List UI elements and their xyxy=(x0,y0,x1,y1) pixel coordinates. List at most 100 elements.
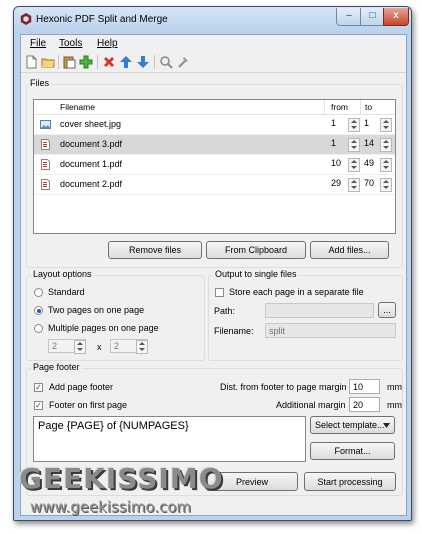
files-list-header: Filename from to xyxy=(34,100,395,115)
remove-files-button[interactable]: Remove files xyxy=(108,241,202,259)
to-spinner[interactable] xyxy=(380,158,392,172)
from-value[interactable]: 10 xyxy=(331,158,346,170)
footer-distance-unit: mm xyxy=(387,382,402,392)
add-icon[interactable] xyxy=(79,55,93,69)
pdf-file-icon xyxy=(41,139,50,150)
toolbar-separator xyxy=(58,55,59,69)
column-to[interactable]: to xyxy=(365,102,372,112)
x-separator: x xyxy=(97,342,102,352)
page-footer-label: Page footer xyxy=(31,362,82,372)
from-spinner[interactable] xyxy=(348,158,360,172)
option-two-pages-label: Two pages on one page xyxy=(48,305,145,315)
move-up-icon[interactable] xyxy=(119,55,133,69)
from-value[interactable]: 29 xyxy=(331,178,346,190)
toolbar-separator xyxy=(154,55,155,69)
column-separator xyxy=(360,100,361,114)
footer-distance-input[interactable]: 10 xyxy=(349,379,380,394)
select-template-label: Select template... xyxy=(315,420,385,430)
from-spinner[interactable] xyxy=(348,178,360,192)
filename-input[interactable]: split xyxy=(265,323,396,338)
path-label: Path: xyxy=(214,306,236,316)
file-name: cover sheet.jpg xyxy=(60,119,122,129)
minimize-button[interactable]: – xyxy=(336,8,362,26)
format-button[interactable]: Format... xyxy=(310,442,395,460)
pdf-file-icon xyxy=(41,179,50,190)
footer-distance-label: Dist. from footer to page margin xyxy=(220,382,347,392)
rows-spinner[interactable] xyxy=(136,340,148,354)
column-from[interactable]: from xyxy=(331,102,348,112)
radio-standard[interactable] xyxy=(34,288,43,297)
paste-icon[interactable] xyxy=(62,55,76,69)
tools-icon[interactable] xyxy=(176,55,190,69)
footer-first-page-label: Footer on first page xyxy=(49,400,128,410)
select-template-dropdown[interactable]: Select template... xyxy=(310,416,395,434)
to-spinner[interactable] xyxy=(380,118,392,132)
file-row[interactable]: document 2.pdf 29 70 xyxy=(34,175,395,195)
start-processing-button[interactable]: Start processing xyxy=(304,472,396,491)
layout-options-label: Layout options xyxy=(31,269,94,279)
file-row[interactable]: document 1.pdf 10 49 xyxy=(34,155,395,175)
chevron-down-icon xyxy=(383,423,390,428)
file-row[interactable]: cover sheet.jpg 1 1 xyxy=(34,115,395,135)
title-bar[interactable]: Hexonic PDF Split and Merge – □ x xyxy=(14,7,411,33)
radio-two-pages[interactable] xyxy=(34,306,43,315)
to-spinner[interactable] xyxy=(380,138,392,152)
image-file-icon xyxy=(40,120,51,129)
store-pages-label: Store each page in a separate file xyxy=(229,287,364,297)
column-filename[interactable]: Filename xyxy=(60,102,95,112)
to-value[interactable]: 70 xyxy=(364,178,379,190)
radio-multiple-pages[interactable] xyxy=(34,324,43,333)
toolbar xyxy=(21,52,406,73)
to-spinner[interactable] xyxy=(380,178,392,192)
footer-first-page-checkbox[interactable]: ✓ xyxy=(34,401,43,410)
client-area: File Tools Help Files Filename from to c… xyxy=(20,34,407,516)
footer-template-textarea[interactable]: Page {PAGE} of {NUMPAGES} xyxy=(33,416,306,462)
watermark-url: www.geekissimo.com xyxy=(30,498,192,516)
toolbar-separator xyxy=(97,55,98,69)
add-footer-label: Add page footer xyxy=(49,382,114,392)
columns-stepper[interactable]: 2 xyxy=(48,339,86,354)
additional-margin-input[interactable]: 20 xyxy=(349,397,380,412)
open-folder-icon[interactable] xyxy=(41,55,55,69)
output-group-label: Output to single files xyxy=(213,269,299,279)
to-value[interactable]: 1 xyxy=(364,118,379,130)
to-value[interactable]: 14 xyxy=(364,138,379,150)
file-name: document 3.pdf xyxy=(60,139,123,149)
rows-stepper[interactable]: 2 xyxy=(110,339,148,354)
from-clipboard-button[interactable]: From Clipboard xyxy=(206,241,306,259)
add-files-button[interactable]: Add files... xyxy=(310,241,389,259)
rows-value: 2 xyxy=(114,341,120,351)
files-group-label: Files xyxy=(28,78,52,88)
file-name: document 1.pdf xyxy=(60,159,123,169)
watermark-brand: GEEKISSIMO xyxy=(19,462,224,495)
from-value[interactable]: 1 xyxy=(331,118,346,130)
menu-file[interactable]: File xyxy=(30,38,46,49)
column-separator xyxy=(324,100,325,114)
add-footer-checkbox[interactable]: ✓ xyxy=(34,383,43,392)
close-button[interactable]: x xyxy=(383,8,409,26)
browse-button[interactable]: ... xyxy=(378,302,396,318)
file-name: document 2.pdf xyxy=(60,179,123,189)
option-standard-label: Standard xyxy=(48,287,85,297)
to-value[interactable]: 49 xyxy=(364,158,379,170)
store-pages-checkbox[interactable] xyxy=(215,288,224,297)
search-icon[interactable] xyxy=(159,55,173,69)
from-spinner[interactable] xyxy=(348,138,360,152)
new-document-icon[interactable] xyxy=(24,55,38,69)
menu-help[interactable]: Help xyxy=(97,38,118,49)
window-title: Hexonic PDF Split and Merge xyxy=(36,14,168,25)
maximize-button[interactable]: □ xyxy=(360,8,385,26)
remove-icon[interactable] xyxy=(102,55,116,69)
columns-value: 2 xyxy=(52,341,58,351)
menu-tools[interactable]: Tools xyxy=(59,38,82,49)
additional-margin-unit: mm xyxy=(387,400,402,410)
from-spinner[interactable] xyxy=(348,118,360,132)
pdf-file-icon xyxy=(41,159,50,170)
files-list[interactable]: Filename from to cover sheet.jpg 1 1 doc… xyxy=(33,99,396,234)
path-input[interactable] xyxy=(265,303,374,318)
move-down-icon[interactable] xyxy=(136,55,150,69)
file-row-selected[interactable]: document 3.pdf 1 14 xyxy=(34,135,395,155)
from-value[interactable]: 1 xyxy=(331,138,346,150)
columns-spinner[interactable] xyxy=(74,340,86,354)
menu-bar: File Tools Help xyxy=(21,35,406,51)
